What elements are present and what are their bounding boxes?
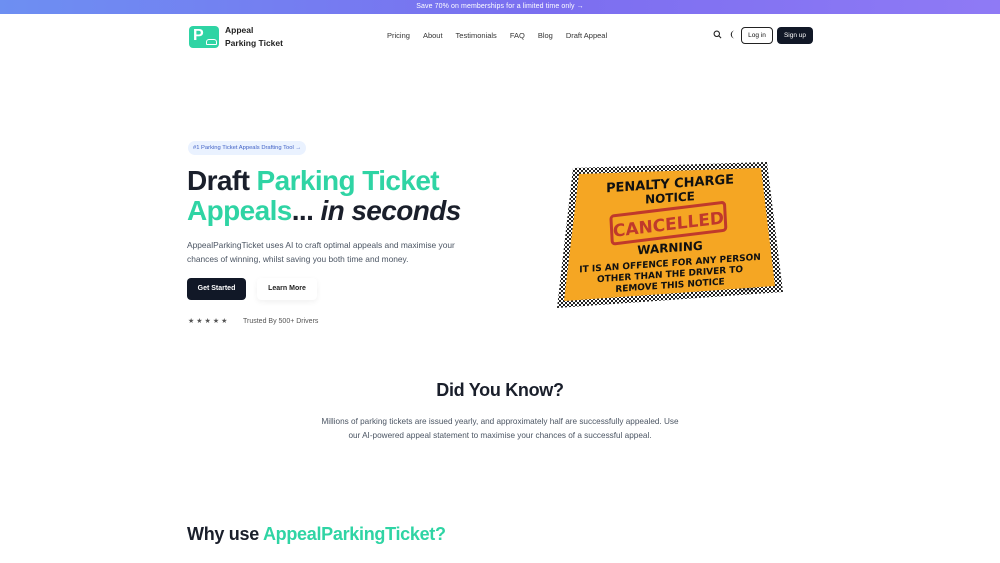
- why-prefix: Why use: [187, 524, 263, 544]
- logo-mark-letter: P: [193, 27, 204, 44]
- nav-item-blog[interactable]: Blog: [538, 31, 553, 40]
- main-menu: Pricing About Testimonials FAQ Blog Draf…: [387, 31, 607, 40]
- did-you-know-title: Did You Know?: [436, 380, 564, 400]
- logo-line-2: Parking Ticket: [225, 38, 283, 48]
- search-icon[interactable]: [713, 30, 722, 41]
- hero-description: AppealParkingTicket uses AI to craft opt…: [187, 240, 455, 264]
- login-button[interactable]: Log in: [741, 27, 773, 44]
- get-started-button[interactable]: Get Started: [187, 278, 246, 300]
- nav-item-about[interactable]: About: [423, 31, 443, 40]
- nav-item-faq[interactable]: FAQ: [510, 31, 525, 40]
- nav-item-testimonials[interactable]: Testimonials: [456, 31, 497, 40]
- car-icon: [206, 39, 217, 45]
- why-use-heading: Why use AppealParkingTicket?: [187, 524, 446, 545]
- signup-button[interactable]: Sign up: [777, 27, 813, 44]
- title-part-1: Draft: [187, 165, 257, 196]
- title-italic: in seconds: [320, 195, 461, 226]
- rating-stars-icon: ★★★★★: [188, 318, 230, 325]
- nav-item-draft-appeal[interactable]: Draft Appeal: [566, 31, 607, 40]
- title-accent-1: Parking Ticket: [256, 165, 440, 196]
- logo-mark-icon: P: [189, 26, 219, 48]
- logo-line-1: Appeal: [225, 25, 254, 35]
- nav-icons: [713, 30, 736, 41]
- promo-banner[interactable]: Save 70% on memberships for a limited ti…: [0, 0, 1000, 14]
- logo-text: Appeal Parking Ticket: [225, 24, 283, 50]
- did-you-know-text: Millions of parking tickets are issued y…: [321, 417, 679, 440]
- nav-item-pricing[interactable]: Pricing: [387, 31, 410, 40]
- title-accent-2: Appeals: [187, 195, 292, 226]
- hero-badge[interactable]: #1 Parking Ticket Appeals Drafting Tool …: [188, 141, 307, 155]
- hero-title: Draft Parking Ticket Appeals... in secon…: [187, 166, 461, 226]
- theme-toggle-icon[interactable]: [730, 30, 736, 41]
- logo[interactable]: P Appeal Parking Ticket: [189, 24, 283, 50]
- trusted-text: Trusted By 500+ Drivers: [243, 318, 319, 325]
- title-part-2: ...: [291, 195, 321, 226]
- why-accent: AppealParkingTicket?: [262, 524, 446, 544]
- learn-more-button[interactable]: Learn More: [257, 278, 317, 300]
- penalty-ticket-image: PENALTY CHARGE NOTICE CANCELLED WARNING …: [555, 160, 785, 310]
- top-nav: P Appeal Parking Ticket Pricing About Te…: [0, 14, 1000, 58]
